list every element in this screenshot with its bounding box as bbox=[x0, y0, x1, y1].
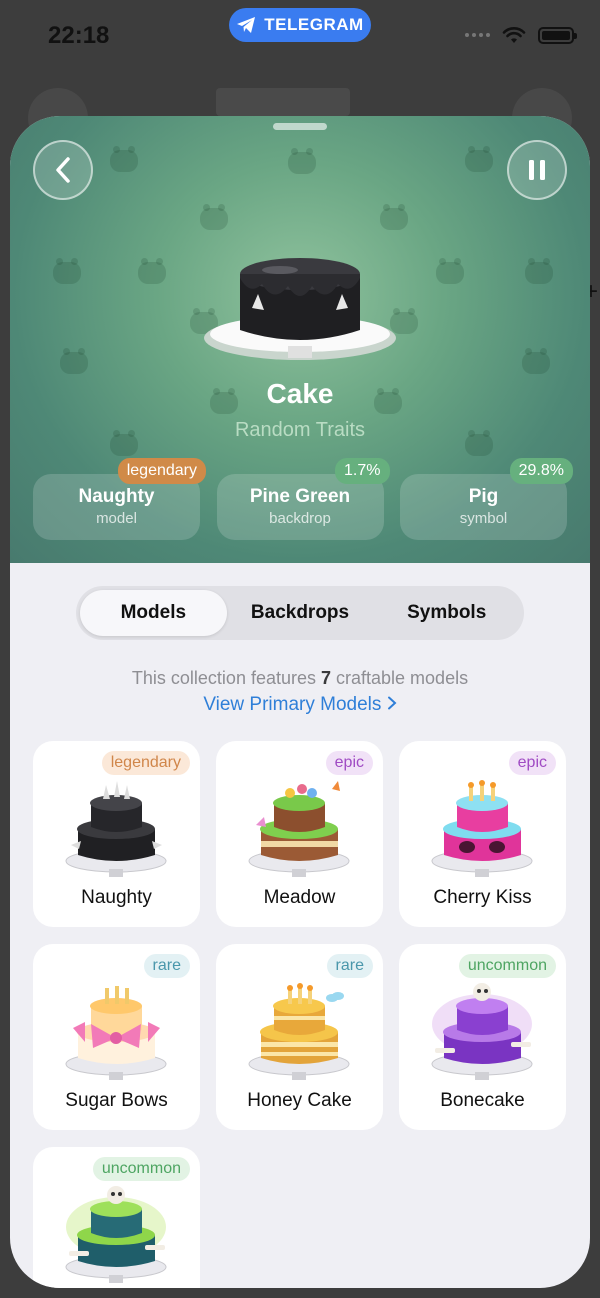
status-time: 22:18 bbox=[48, 22, 110, 49]
trait-model-name: Naughty bbox=[78, 486, 155, 507]
model-card-cherry-kiss[interactable]: epic Cherry Kiss bbox=[399, 741, 566, 927]
trait-symbol-name: Pig bbox=[468, 486, 499, 507]
chevron-right-icon bbox=[387, 696, 397, 710]
trait-backdrop-type: backdrop bbox=[269, 510, 331, 527]
model-card-bonecake[interactable]: uncommon Bonecake bbox=[399, 944, 566, 1130]
trait-backdrop-name: Pine Green bbox=[249, 486, 351, 507]
gift-title: Cake bbox=[266, 378, 334, 409]
model-card-sugar-bows[interactable]: rare Sugar Bows bbox=[33, 944, 200, 1130]
trait-symbol-type: symbol bbox=[459, 510, 508, 527]
gift-hero: Cake Random Traits legendary Naughty mod… bbox=[10, 116, 590, 563]
tab-switcher: Models Backdrops Symbols bbox=[76, 586, 524, 640]
tab-models[interactable]: Models bbox=[80, 590, 227, 636]
model-name: Honey Cake bbox=[247, 1090, 352, 1111]
naughty-cake-image bbox=[65, 781, 167, 877]
chevron-left-icon bbox=[56, 157, 70, 183]
trait-backdrop[interactable]: 1.7% Pine Green backdrop bbox=[216, 458, 390, 540]
battery-icon bbox=[538, 26, 577, 44]
model-card-meadow[interactable]: epic Meadow bbox=[216, 741, 383, 927]
telegram-pill-label: TELEGRAM bbox=[264, 15, 364, 34]
cake-model-image bbox=[204, 258, 396, 360]
cherry-kiss-cake-image bbox=[431, 780, 533, 877]
model-card-honey-cake[interactable]: rare Honey Cake bbox=[216, 944, 383, 1130]
collection-count: 7 bbox=[321, 668, 332, 688]
trait-model-type: model bbox=[96, 510, 137, 527]
wifi-icon bbox=[502, 27, 526, 43]
collection-info: This collection features 7 craftable mod… bbox=[10, 668, 590, 689]
collection-info-suffix: craftable models bbox=[331, 668, 469, 688]
pause-icon bbox=[529, 160, 545, 180]
trait-symbol[interactable]: 29.8% Pig symbol bbox=[400, 458, 573, 540]
status-indicators bbox=[465, 26, 577, 44]
models-grid: legendary Naughty epic Meadow epic Cherr… bbox=[33, 741, 567, 1288]
meadow-cake-image bbox=[248, 781, 350, 877]
sugar-bows-cake-image bbox=[65, 986, 167, 1080]
honey-cake-image bbox=[248, 983, 350, 1080]
view-primary-models-label: View Primary Models bbox=[203, 694, 382, 715]
model-card-naughty[interactable]: legendary Naughty bbox=[33, 741, 200, 927]
model-name: Bonecake bbox=[440, 1090, 525, 1111]
bonecake-image bbox=[431, 983, 533, 1080]
tab-symbols[interactable]: Symbols bbox=[373, 590, 520, 636]
gift-subtitle: Random Traits bbox=[234, 419, 366, 441]
model-card-7[interactable]: uncommon bbox=[33, 1147, 200, 1288]
model-name: Sugar Bows bbox=[65, 1090, 168, 1111]
collection-info-prefix: This collection features bbox=[131, 668, 321, 688]
view-primary-models-link[interactable]: View Primary Models bbox=[10, 694, 590, 716]
model-name: Naughty bbox=[81, 887, 152, 908]
background-header bbox=[216, 88, 350, 116]
back-button[interactable] bbox=[33, 140, 93, 200]
model-name: Meadow bbox=[263, 887, 336, 908]
pause-button[interactable] bbox=[507, 140, 567, 200]
gift-sheet: Cake Random Traits legendary Naughty mod… bbox=[10, 116, 590, 1288]
model-name: Cherry Kiss bbox=[433, 887, 532, 908]
signal-icon bbox=[465, 33, 490, 37]
telegram-pill[interactable]: TELEGRAM bbox=[229, 8, 371, 42]
trait-symbol-badge: 29.8% bbox=[509, 458, 573, 484]
telegram-plane-icon bbox=[237, 17, 256, 33]
tab-backdrops[interactable]: Backdrops bbox=[227, 590, 374, 636]
trait-backdrop-badge: 1.7% bbox=[335, 458, 390, 484]
trait-model[interactable]: legendary Naughty model bbox=[33, 458, 206, 540]
trait-model-badge: legendary bbox=[117, 458, 206, 484]
green-bone-cake-image bbox=[65, 1186, 167, 1283]
trait-row: legendary Naughty model 1.7% Pine Green … bbox=[33, 458, 573, 540]
